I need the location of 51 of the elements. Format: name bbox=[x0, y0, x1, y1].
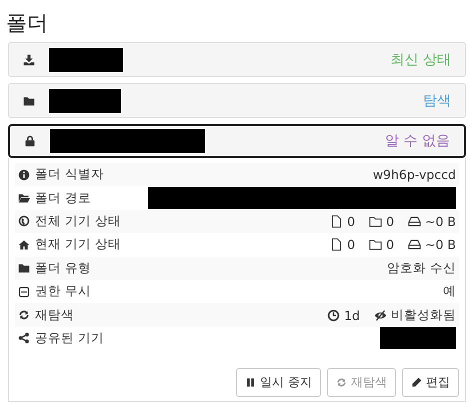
globe-icon bbox=[18, 215, 30, 228]
size-value: ~0 B bbox=[425, 214, 456, 229]
download-icon bbox=[23, 54, 35, 66]
redacted-block bbox=[49, 88, 121, 112]
detail-label: 전체 기기 상태 bbox=[35, 212, 121, 230]
detail-value: 암호화 수신 bbox=[387, 260, 456, 277]
detail-value: 예 bbox=[443, 283, 456, 300]
size-value: ~0 B bbox=[425, 237, 456, 252]
detail-label: 권한 무시 bbox=[35, 283, 91, 300]
detail-label: 폴더 식별자 bbox=[35, 166, 104, 184]
folder-icon bbox=[369, 238, 382, 252]
detail-label: 공유된 기기 bbox=[35, 330, 104, 347]
detail-label: 현재 기기 상태 bbox=[35, 236, 121, 254]
folder-icon bbox=[18, 262, 30, 274]
file-icon bbox=[330, 238, 344, 252]
file-count: 0 bbox=[347, 214, 356, 229]
pencil-icon bbox=[411, 377, 422, 388]
pause-icon bbox=[245, 377, 256, 388]
folder-panel[interactable]: 알 수 없음 bbox=[8, 124, 466, 158]
detail-value: w9h6p-vpccd bbox=[372, 167, 456, 182]
folder-count: 0 bbox=[386, 237, 394, 252]
folder-icon bbox=[23, 94, 35, 106]
page-title: 폴더 bbox=[6, 10, 49, 37]
file-icon bbox=[330, 214, 344, 228]
folder-status: 탐색 bbox=[423, 92, 451, 110]
detail-label: 폴더 경로 bbox=[35, 190, 91, 207]
folder-count: 0 bbox=[386, 214, 394, 229]
folder-status: 알 수 없음 bbox=[385, 132, 450, 150]
folder-icon bbox=[369, 214, 382, 228]
drive-icon bbox=[408, 214, 422, 228]
folder-status: 최신 상태 bbox=[390, 50, 451, 68]
eye-slash-icon bbox=[374, 308, 387, 322]
file-count: 0 bbox=[347, 237, 356, 252]
folder-panel[interactable]: 최신 상태 bbox=[8, 42, 466, 77]
action-button[interactable]: 일시 중지 bbox=[236, 368, 321, 398]
open-folder-icon bbox=[18, 192, 30, 204]
drive-icon bbox=[408, 238, 422, 252]
clock-icon bbox=[327, 308, 340, 322]
watcher-status: 비활성화됨 bbox=[391, 306, 456, 324]
rescan-interval: 1d bbox=[344, 308, 360, 323]
home-icon bbox=[18, 238, 30, 251]
minus-square-icon bbox=[18, 286, 30, 298]
detail-label: 재탐색 bbox=[35, 306, 74, 324]
info-icon bbox=[18, 168, 30, 181]
refresh-icon bbox=[336, 377, 347, 388]
detail-label: 폴더 유형 bbox=[35, 260, 91, 277]
lock-icon bbox=[24, 135, 36, 147]
refresh-icon bbox=[18, 309, 30, 322]
folder-panel[interactable]: 탐색 bbox=[8, 83, 466, 118]
share-icon bbox=[18, 332, 30, 344]
action-button[interactable]: 편집 bbox=[402, 368, 459, 398]
